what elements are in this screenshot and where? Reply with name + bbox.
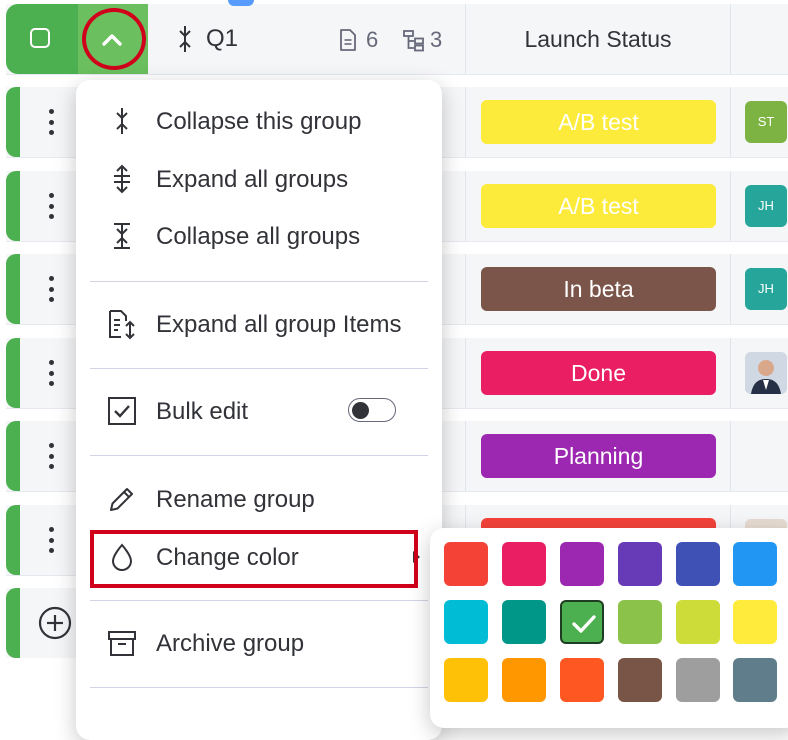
change-color-highlight-annotation bbox=[90, 530, 418, 588]
column-divider bbox=[465, 171, 466, 241]
column-divider bbox=[465, 254, 466, 324]
color-swatch[interactable] bbox=[444, 542, 488, 586]
color-swatch[interactable] bbox=[502, 658, 546, 702]
avatar[interactable]: JH bbox=[745, 185, 787, 227]
color-swatch[interactable] bbox=[618, 542, 662, 586]
expand-all-icon bbox=[114, 164, 130, 194]
row-color-bar bbox=[6, 171, 20, 241]
menu-item-label: Archive group bbox=[156, 630, 305, 657]
color-swatch-selected[interactable] bbox=[560, 600, 604, 644]
menu-item-archive-group[interactable]: Archive group bbox=[90, 617, 428, 669]
row-menu-icon[interactable] bbox=[48, 443, 54, 469]
menu-divider bbox=[90, 600, 428, 601]
drag-handle-tab bbox=[228, 0, 254, 6]
row-menu-icon[interactable] bbox=[48, 276, 54, 302]
column-divider bbox=[465, 87, 466, 157]
avatar-photo[interactable] bbox=[745, 352, 787, 394]
menu-divider bbox=[90, 368, 428, 369]
menu-item-collapse-this-group[interactable]: Collapse this group bbox=[90, 95, 428, 147]
item-count: 6 bbox=[366, 27, 379, 52]
checkbox-icon bbox=[108, 397, 136, 425]
group-header: Q1 6 3 Launch Status bbox=[6, 0, 788, 75]
collapse-all-icon bbox=[114, 223, 130, 249]
color-swatch[interactable] bbox=[733, 600, 777, 644]
document-icon bbox=[340, 29, 356, 51]
menu-item-bulk-edit[interactable]: Bulk edit bbox=[90, 385, 428, 437]
row-color-bar bbox=[6, 254, 20, 324]
row-menu-icon[interactable] bbox=[48, 360, 54, 386]
chevron-highlight-annotation bbox=[82, 8, 146, 70]
menu-item-label: Collapse all groups bbox=[156, 223, 361, 250]
color-swatch[interactable] bbox=[444, 600, 488, 644]
color-swatch[interactable] bbox=[444, 658, 488, 702]
color-swatch[interactable] bbox=[502, 542, 546, 586]
row-color-bar bbox=[6, 421, 20, 491]
menu-item-expand-all-groups[interactable]: Expand all groups bbox=[90, 153, 428, 205]
menu-divider bbox=[90, 281, 428, 282]
menu-item-expand-all-group-items[interactable]: Expand all group Items bbox=[90, 298, 428, 350]
archive-icon bbox=[108, 631, 136, 656]
menu-item-label: Rename group bbox=[156, 486, 315, 513]
column-divider bbox=[730, 421, 731, 491]
subitem-count: 3 bbox=[430, 27, 443, 52]
row-color-bar bbox=[6, 505, 20, 575]
row-color-bar bbox=[6, 87, 20, 157]
color-swatch[interactable] bbox=[618, 658, 662, 702]
group-context-menu: Collapse this group Expand all groups Co… bbox=[76, 80, 442, 740]
row-menu-icon[interactable] bbox=[48, 109, 54, 135]
column-divider bbox=[730, 338, 731, 408]
launch-status-column-header[interactable]: Launch Status bbox=[466, 4, 730, 74]
expand-items-icon bbox=[109, 310, 135, 340]
row-menu-icon[interactable] bbox=[48, 527, 54, 553]
collapse-group-icon bbox=[179, 26, 191, 52]
color-swatch[interactable] bbox=[676, 600, 720, 644]
color-palette-popover bbox=[430, 528, 788, 728]
status-label[interactable]: A/B test bbox=[481, 184, 716, 228]
menu-divider bbox=[90, 687, 428, 688]
add-circle-icon[interactable] bbox=[38, 606, 72, 640]
status-label[interactable]: In beta bbox=[481, 267, 716, 311]
color-swatch[interactable] bbox=[733, 658, 777, 702]
status-label[interactable]: A/B test bbox=[481, 100, 716, 144]
color-swatch[interactable] bbox=[676, 542, 720, 586]
menu-item-label: Expand all groups bbox=[156, 166, 349, 193]
column-divider bbox=[465, 421, 466, 491]
color-swatch[interactable] bbox=[560, 658, 604, 702]
column-divider bbox=[730, 171, 731, 241]
column-divider bbox=[465, 338, 466, 408]
menu-item-rename-group[interactable]: Rename group bbox=[90, 473, 428, 525]
bulk-edit-toggle[interactable] bbox=[348, 398, 396, 422]
menu-item-label: Collapse this group bbox=[156, 108, 362, 135]
row-color-bar bbox=[6, 588, 20, 658]
checkmark-icon bbox=[572, 615, 596, 633]
menu-divider bbox=[90, 455, 428, 456]
toggle-knob bbox=[352, 401, 369, 419]
column-divider bbox=[730, 87, 731, 157]
collapse-this-icon bbox=[116, 108, 128, 134]
status-label[interactable]: Planning bbox=[481, 434, 716, 478]
avatar[interactable]: JH bbox=[745, 268, 787, 310]
color-swatch[interactable] bbox=[676, 658, 720, 702]
menu-item-label: Bulk edit bbox=[156, 398, 249, 425]
color-swatch[interactable] bbox=[502, 600, 546, 644]
color-swatch[interactable] bbox=[733, 542, 777, 586]
select-all-checkbox[interactable] bbox=[30, 28, 50, 48]
avatar[interactable]: ST bbox=[745, 101, 787, 143]
status-label[interactable]: Done bbox=[481, 351, 716, 395]
color-swatch[interactable] bbox=[618, 600, 662, 644]
column-divider bbox=[730, 4, 731, 74]
group-title[interactable]: Q1 bbox=[206, 25, 238, 53]
row-menu-icon[interactable] bbox=[48, 193, 54, 219]
subitems-icon bbox=[403, 30, 424, 52]
menu-item-label: Expand all group Items bbox=[156, 311, 402, 338]
pencil-icon bbox=[110, 488, 133, 511]
menu-item-collapse-all-groups[interactable]: Collapse all groups bbox=[90, 210, 428, 262]
column-divider bbox=[730, 254, 731, 324]
row-color-bar bbox=[6, 338, 20, 408]
color-swatch[interactable] bbox=[560, 542, 604, 586]
